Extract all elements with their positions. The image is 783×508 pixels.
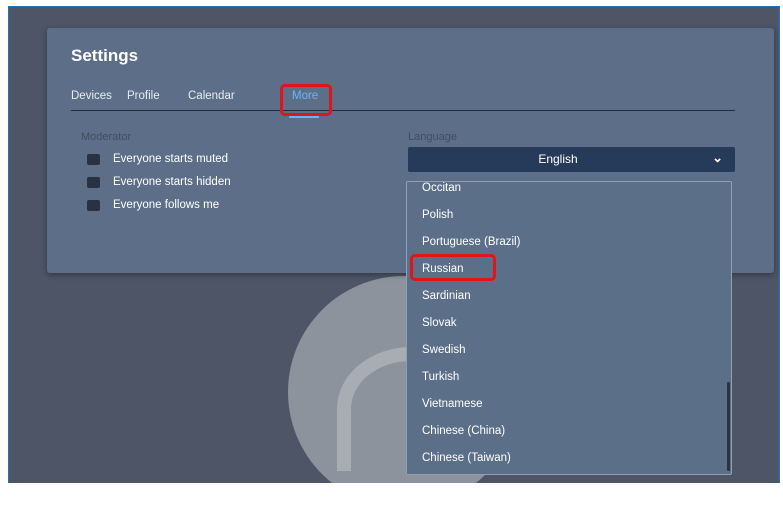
language-option[interactable]: Polish: [422, 209, 453, 221]
tab-calendar[interactable]: Calendar: [188, 90, 235, 102]
dropdown-scrollbar[interactable]: [727, 382, 730, 471]
language-selected-value: English: [538, 152, 578, 166]
language-option[interactable]: Portuguese (Brazil): [422, 236, 520, 248]
language-option[interactable]: Occitan: [422, 182, 461, 194]
tabs-divider: [71, 110, 735, 111]
language-option[interactable]: Slovak: [422, 317, 457, 329]
checkbox[interactable]: [87, 199, 100, 211]
language-option[interactable]: Chinese (China): [422, 425, 505, 437]
language-option[interactable]: Swedish: [422, 344, 465, 356]
highlight-box-more-tab: [280, 84, 332, 116]
checkbox-label: Everyone starts hidden: [113, 176, 231, 188]
language-option[interactable]: Chinese (Taiwan): [422, 452, 511, 464]
moderator-label: Moderator: [81, 131, 132, 143]
option-everyone-starts-muted[interactable]: Everyone starts muted: [87, 151, 228, 167]
language-select[interactable]: English ⌄: [408, 147, 735, 172]
language-option[interactable]: Turkish: [422, 371, 459, 383]
language-option[interactable]: Vietnamese: [422, 398, 483, 410]
language-option[interactable]: Sardinian: [422, 290, 471, 302]
tab-devices[interactable]: Devices: [71, 90, 112, 102]
option-everyone-starts-hidden[interactable]: Everyone starts hidden: [87, 174, 231, 190]
checkbox[interactable]: [87, 176, 100, 188]
checkbox[interactable]: [87, 153, 100, 165]
tab-profile[interactable]: Profile: [127, 90, 160, 102]
highlight-box-russian: [410, 254, 496, 281]
language-label: Language: [408, 131, 457, 143]
checkbox-label: Everyone starts muted: [113, 153, 229, 165]
language-dropdown-list[interactable]: Occitan Polish Portuguese (Brazil) Russi…: [406, 181, 732, 475]
chevron-down-icon: ⌄: [712, 150, 723, 165]
checkbox-label: Everyone follows me: [113, 199, 220, 211]
option-everyone-follows-me[interactable]: Everyone follows me: [87, 197, 219, 213]
dialog-title: Settings: [71, 46, 139, 65]
